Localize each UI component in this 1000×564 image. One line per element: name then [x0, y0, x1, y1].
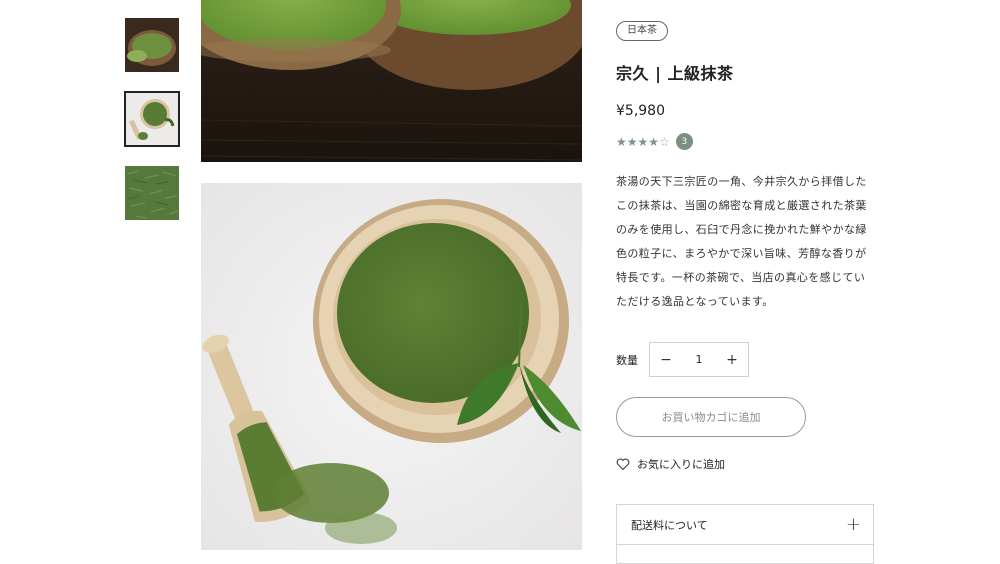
favorites-label: お気に入りに追加 — [637, 458, 725, 471]
thumbnail-3-image — [125, 166, 179, 220]
quantity-stepper: − 1 + — [649, 342, 749, 377]
thumbnail-1-image — [125, 18, 179, 72]
product-image-2[interactable] — [201, 183, 582, 550]
category-tag[interactable]: 日本茶 — [616, 21, 668, 41]
add-to-favorites-button[interactable]: お気に入りに追加 — [616, 456, 874, 472]
product-description: 茶湯の天下三宗匠の一角、今井宗久から拝借したこの抹茶は、当園の綿密な育成と厳選さ… — [616, 175, 867, 308]
star-icon: ★ — [648, 134, 660, 149]
rating[interactable]: ★★★★☆ 3 — [616, 133, 874, 150]
thumbnail-2-image — [125, 92, 179, 146]
star-icon: ★ — [616, 134, 627, 149]
add-to-cart-button[interactable]: お買い物カゴに追加 — [616, 397, 806, 437]
shipping-info-toggle[interactable]: 配送料について + — [617, 505, 873, 545]
product-info-panel: 日本茶 宗久 | 上級抹茶 ¥5,980 ★★★★☆ 3 茶湯の天下三宗匠の一角… — [616, 18, 874, 472]
product-photo-bowl-scoop — [201, 183, 582, 550]
quantity-input[interactable]: 1 — [682, 353, 716, 366]
shipping-info-label: 配送料について — [631, 518, 708, 532]
review-count-badge[interactable]: 3 — [675, 133, 693, 150]
heart-icon — [616, 458, 630, 470]
quantity-decrease-button[interactable]: − — [650, 352, 682, 368]
thumbnail-1[interactable] — [125, 18, 179, 72]
quantity-increase-button[interactable]: + — [716, 352, 748, 368]
star-empty-icon: ☆ — [659, 134, 670, 149]
quantity-row: 数量 − 1 + — [616, 342, 874, 377]
product-price: ¥5,980 — [616, 103, 665, 119]
thumbnail-2[interactable] — [124, 91, 180, 147]
star-icon: ★ — [626, 134, 638, 149]
star-icon: ★ — [637, 134, 649, 149]
product-image-1[interactable] — [201, 0, 582, 162]
quantity-label: 数量 — [616, 353, 638, 367]
plus-icon: + — [845, 514, 861, 535]
product-photo-bowl-closeup — [201, 0, 582, 162]
thumbnail-gallery — [124, 18, 181, 240]
product-title: 宗久 | 上級抹茶 — [616, 64, 734, 83]
star-rating: ★★★★☆ — [616, 135, 670, 149]
thumbnail-3[interactable] — [125, 166, 179, 220]
shipping-accordion: 配送料について + — [616, 504, 874, 564]
